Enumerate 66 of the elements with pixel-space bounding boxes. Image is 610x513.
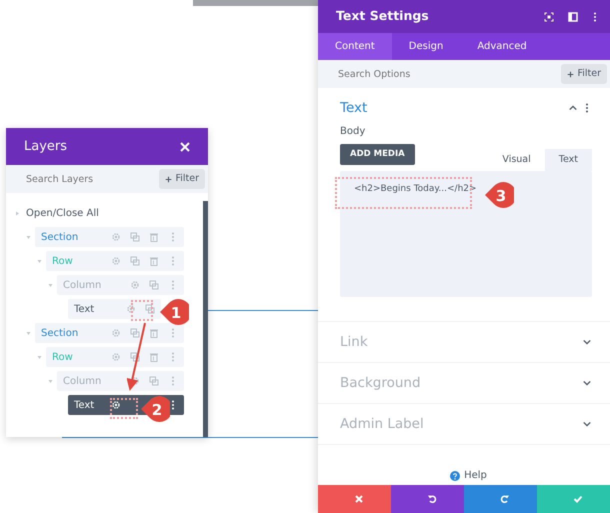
caret-icon[interactable] bbox=[37, 354, 42, 360]
layer-label: Section bbox=[41, 326, 78, 340]
step-tooltip: 2 bbox=[140, 395, 170, 423]
caret-icon[interactable] bbox=[48, 378, 53, 384]
layer-label: Text bbox=[74, 302, 94, 316]
duplicate-icon[interactable] bbox=[130, 232, 140, 242]
duplicate-icon[interactable] bbox=[130, 256, 140, 266]
trash-icon[interactable] bbox=[149, 232, 159, 242]
duplicate-icon[interactable] bbox=[145, 304, 155, 314]
tab[interactable]: Content bbox=[318, 33, 392, 60]
close-icon[interactable] bbox=[180, 142, 190, 152]
help-icon[interactable] bbox=[450, 470, 460, 480]
add-media-button[interactable]: ADD MEDIA bbox=[340, 144, 415, 165]
caret-icon[interactable] bbox=[26, 234, 31, 240]
plus-icon bbox=[165, 176, 172, 183]
step-tooltip: 1 bbox=[159, 298, 189, 326]
redo-icon bbox=[500, 494, 510, 504]
panel-title: Text Settings bbox=[336, 7, 430, 26]
trash-icon[interactable] bbox=[149, 256, 159, 266]
duplicate-icon[interactable] bbox=[149, 280, 159, 290]
layer-item[interactable]: Text bbox=[68, 299, 161, 319]
save-button[interactable] bbox=[537, 485, 610, 513]
redo-button[interactable] bbox=[464, 485, 537, 513]
toggle-all-link[interactable]: Open/Close All bbox=[26, 206, 99, 220]
layer-label: Row bbox=[52, 254, 73, 268]
step-tooltip: 3 bbox=[484, 181, 514, 209]
layer-item[interactable]: Section bbox=[35, 227, 184, 247]
split-view-icon[interactable] bbox=[568, 12, 578, 22]
caret-icon[interactable] bbox=[37, 258, 42, 264]
trash-icon[interactable] bbox=[149, 352, 159, 362]
layer-label: Column bbox=[63, 278, 102, 292]
expand-icon[interactable] bbox=[582, 338, 592, 346]
undo-icon bbox=[427, 494, 437, 504]
editor-text: <h2>Begins Today...</h2> bbox=[354, 182, 477, 196]
duplicate-icon[interactable] bbox=[130, 328, 140, 338]
filter-button[interactable]: Filter bbox=[561, 64, 607, 84]
expand-icon[interactable] bbox=[582, 420, 592, 428]
highlight-outline bbox=[110, 398, 138, 419]
caret-icon[interactable] bbox=[15, 210, 20, 216]
editor-tab[interactable]: Text bbox=[544, 148, 592, 171]
fullscreen-icon[interactable] bbox=[544, 12, 554, 22]
duplicate-icon[interactable] bbox=[149, 376, 159, 386]
undo-button[interactable] bbox=[391, 485, 464, 513]
caret-icon[interactable] bbox=[48, 282, 53, 288]
filter-button[interactable]: Filter bbox=[159, 169, 205, 190]
layer-label: Text bbox=[74, 398, 94, 412]
collapse-icon[interactable] bbox=[568, 104, 578, 112]
duplicate-icon[interactable] bbox=[130, 352, 140, 362]
check-icon bbox=[573, 494, 583, 504]
highlight-outline bbox=[131, 300, 153, 321]
layer-label: Row bbox=[52, 350, 73, 364]
plus-icon bbox=[567, 70, 574, 78]
layer-item[interactable]: Section bbox=[35, 323, 184, 343]
cancel-button[interactable] bbox=[318, 485, 391, 513]
tab[interactable]: Design bbox=[392, 33, 460, 60]
caret-icon[interactable] bbox=[26, 330, 31, 336]
close-icon bbox=[354, 494, 364, 504]
panel-title: Layers bbox=[24, 138, 68, 156]
expand-icon[interactable] bbox=[582, 378, 592, 387]
trash-icon[interactable] bbox=[149, 328, 159, 338]
help-link[interactable]: Help bbox=[464, 468, 487, 483]
layer-label: Column bbox=[63, 374, 102, 388]
layer-label: Section bbox=[41, 230, 78, 244]
field-label: Body bbox=[340, 125, 366, 139]
section-title[interactable]: Text bbox=[340, 98, 568, 118]
tab[interactable]: Advanced bbox=[460, 33, 544, 60]
